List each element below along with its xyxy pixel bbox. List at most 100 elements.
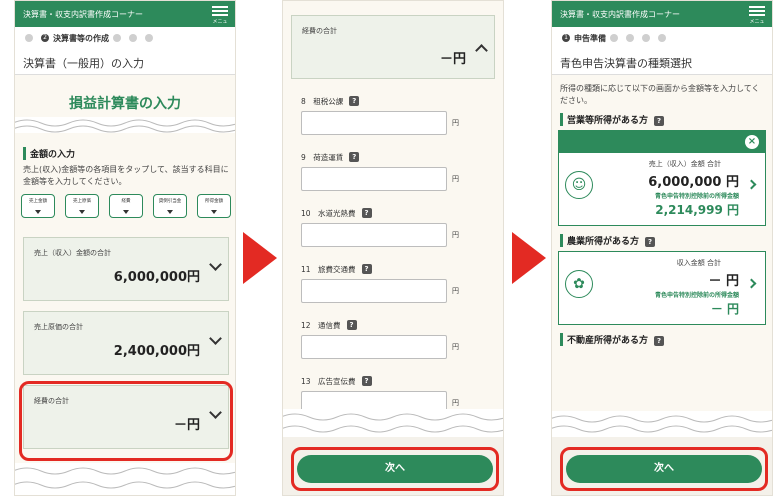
help-icon[interactable]: ? <box>645 237 656 247</box>
chip-allowance[interactable]: 貸倒引当金 <box>153 194 187 218</box>
income-amount: － 円 <box>708 274 739 289</box>
sales-total-card[interactable]: 売上（収入）金額の合計 6,000,000円 <box>23 237 229 301</box>
unit-label: 円 <box>452 399 459 407</box>
field-label-packing: 9 荷造運賃? <box>283 151 503 163</box>
close-icon[interactable]: × <box>745 135 759 149</box>
agri-income-card[interactable]: ✿ 収入金額 合計 － 円 青色申告特別控除前の所得金額 － 円 <box>558 251 766 325</box>
field-label-travel: 11 旅費交通費? <box>283 263 503 275</box>
section-banner: 損益計算書の入力 <box>69 96 181 112</box>
realestate-section-title: 不動産所得がある方? <box>560 333 764 346</box>
help-icon[interactable]: ? <box>361 208 372 218</box>
help-icon[interactable]: ? <box>654 336 665 346</box>
step-dot-current: 2 <box>41 34 49 42</box>
cost-total-card[interactable]: 売上原価の合計 2,400,000円 <box>23 311 229 375</box>
menu-label: メニュー <box>749 19 765 32</box>
packing-freight-input[interactable] <box>301 167 447 191</box>
screen-return-type: 決算書・収支内訳書作成コーナー メニュー 1 申告準備 青色申告決算書の種類選択… <box>551 0 773 496</box>
business-section-title: 営業等所得がある方? <box>560 113 764 126</box>
pre-deduction-amount: 2,214,999 円 <box>655 203 739 217</box>
help-icon[interactable]: ? <box>349 152 360 162</box>
step-dot <box>610 34 618 42</box>
caret-down-icon <box>211 210 217 214</box>
chevron-down-icon <box>209 332 222 345</box>
torn-edge-divider <box>283 409 503 437</box>
menu-button[interactable]: メニュー <box>749 4 765 32</box>
expense-field-list: 8 租税公課? 円 9 荷造運賃? 円 10 水道光熱費? 円 11 旅費交通費… <box>283 95 503 415</box>
step-dot <box>658 34 666 42</box>
highlight-frame <box>291 447 499 491</box>
income-label: 収入金額 合計 <box>676 259 721 267</box>
unit-label: 円 <box>452 231 459 239</box>
card-amount: 6,000,000円 <box>113 270 200 285</box>
shop-person-icon: ☺ <box>565 171 593 199</box>
chip-cost-of-sales[interactable]: 売上原価 <box>65 194 99 218</box>
category-chip-row: 売上金額 売上原価 経費 貸倒引当金 所得金額 <box>15 188 235 224</box>
help-icon[interactable]: ? <box>361 376 372 386</box>
hamburger-icon <box>749 6 765 16</box>
income-amount: 6,000,000 円 <box>648 175 739 190</box>
unit-label: 円 <box>452 287 459 295</box>
field-label-communication: 12 通信費? <box>283 319 503 331</box>
expenses-summary-card[interactable]: 経費の合計 －円 <box>291 15 495 79</box>
step-indicator: 2 決算書等の作成 <box>15 27 235 49</box>
step-dot-current: 1 <box>562 34 570 42</box>
field-label-taxes: 8 租税公課? <box>283 95 503 107</box>
field-label-advertising: 13 広告宣伝費? <box>283 375 503 387</box>
step-dot <box>113 34 121 42</box>
torn-edge-divider <box>15 117 235 133</box>
help-icon[interactable]: ? <box>361 264 372 274</box>
app-title: 決算書・収支内訳書作成コーナー <box>560 9 680 19</box>
unit-label: 円 <box>452 175 459 183</box>
instructions-text: 所得の種類に応じて以下の画面から金額等を入力してください。 <box>560 84 760 105</box>
help-icon[interactable]: ? <box>654 116 665 126</box>
flow-arrow-icon <box>512 232 546 284</box>
chevron-right-icon <box>746 278 757 289</box>
highlight-frame <box>19 381 233 461</box>
step-label: 決算書等の作成 <box>53 33 109 43</box>
step-dot <box>25 34 33 42</box>
field-label-utilities: 10 水道光熱費? <box>283 207 503 219</box>
step-dot <box>642 34 650 42</box>
chip-expenses[interactable]: 経費 <box>109 194 143 218</box>
step-indicator: 1 申告準備 <box>552 27 772 49</box>
torn-edge-divider <box>552 411 772 437</box>
caret-down-icon <box>35 210 41 214</box>
card-amount: －円 <box>439 52 466 67</box>
unit-label: 円 <box>452 119 459 127</box>
menu-label: メニュー <box>212 19 228 32</box>
card-title: 売上原価の合計 <box>34 323 83 331</box>
help-icon[interactable]: ? <box>346 320 357 330</box>
menu-button[interactable]: メニュー <box>212 4 228 32</box>
app-header: 決算書・収支内訳書作成コーナー メニュー <box>15 1 235 32</box>
pre-deduction-label: 青色申告特別控除前の所得金額 <box>654 292 739 299</box>
chip-income[interactable]: 所得金額 <box>197 194 231 218</box>
pre-deduction-label: 青色申告特別控除前の所得金額 <box>654 193 739 200</box>
chip-sales[interactable]: 売上金額 <box>21 194 55 218</box>
vegetable-icon: ✿ <box>565 270 593 298</box>
unit-label: 円 <box>452 343 459 351</box>
taxes-input[interactable] <box>301 111 447 135</box>
business-income-card[interactable]: × ☺ 売上（収入）金額 合計 6,000,000 円 青色申告特別控除前の所得… <box>558 130 766 226</box>
page-title: 青色申告決算書の種類選択 <box>552 49 772 75</box>
chevron-right-icon <box>746 179 757 190</box>
torn-edge-divider <box>15 463 235 495</box>
step-label: 申告準備 <box>574 33 606 43</box>
help-icon[interactable]: ? <box>349 96 360 106</box>
step-dot <box>626 34 634 42</box>
section-title: 金額の入力 <box>23 147 229 160</box>
screen-balance-input: 決算書・収支内訳書作成コーナー メニュー 2 決算書等の作成 決算書（一般用）の… <box>14 0 236 496</box>
communication-input[interactable] <box>301 335 447 359</box>
card-header: × <box>559 131 765 153</box>
card-title: 経費の合計 <box>302 27 337 35</box>
chevron-up-icon <box>475 44 488 57</box>
hamburger-icon <box>212 6 228 16</box>
travel-input[interactable] <box>301 279 447 303</box>
caret-down-icon <box>79 210 85 214</box>
flow-arrow-icon <box>243 232 277 284</box>
step-dot <box>145 34 153 42</box>
app-header: 決算書・収支内訳書作成コーナー メニュー <box>552 1 772 32</box>
caret-down-icon <box>167 210 173 214</box>
chevron-down-icon <box>209 258 222 271</box>
utilities-input[interactable] <box>301 223 447 247</box>
agri-section-title: 農業所得がある方? <box>560 234 764 247</box>
